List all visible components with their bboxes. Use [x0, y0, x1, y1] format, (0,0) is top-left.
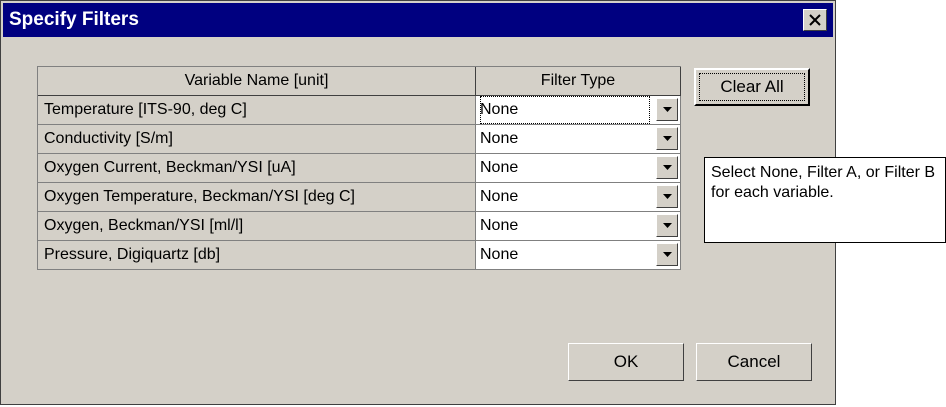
- grid-row: Pressure, Digiquartz [db] None: [38, 241, 681, 270]
- chevron-down-icon: [663, 194, 672, 199]
- grid-row: Oxygen Current, Beckman/YSI [uA] None: [38, 154, 681, 183]
- chevron-down-icon: [663, 223, 672, 228]
- chevron-down-icon: [663, 107, 672, 112]
- dialog-title: Specify Filters: [9, 9, 139, 30]
- filter-type-select[interactable]: None: [476, 212, 681, 241]
- column-header-variable: Variable Name [unit]: [38, 67, 476, 96]
- filter-type-value: None: [480, 159, 519, 176]
- ok-button[interactable]: OK: [568, 343, 684, 381]
- variable-name-cell: Pressure, Digiquartz [db]: [38, 241, 476, 270]
- help-callout: Select None, Filter A, or Filter B for e…: [704, 157, 946, 243]
- filter-type-select[interactable]: None: [476, 241, 681, 270]
- filter-type-select[interactable]: None: [476, 183, 681, 212]
- variable-name-cell: Oxygen Temperature, Beckman/YSI [deg C]: [38, 183, 476, 212]
- dropdown-button[interactable]: [656, 98, 678, 121]
- grid-row: Conductivity [S/m] None: [38, 125, 681, 154]
- cancel-button[interactable]: Cancel: [696, 343, 812, 381]
- filter-type-value: None: [480, 188, 519, 205]
- variable-name-cell: Conductivity [S/m]: [38, 125, 476, 154]
- clear-all-label: Clear All: [699, 73, 805, 101]
- dropdown-button[interactable]: [656, 156, 678, 179]
- grid-row: Oxygen, Beckman/YSI [ml/l] None: [38, 212, 681, 241]
- filter-type-value: None: [480, 96, 650, 124]
- variable-name-cell: Oxygen, Beckman/YSI [ml/l]: [38, 212, 476, 241]
- chevron-down-icon: [663, 165, 672, 170]
- filter-type-select[interactable]: None: [476, 154, 681, 183]
- dropdown-button[interactable]: [656, 214, 678, 237]
- dropdown-button[interactable]: [656, 185, 678, 208]
- chevron-down-icon: [663, 136, 672, 141]
- variable-name-cell: Oxygen Current, Beckman/YSI [uA]: [38, 154, 476, 183]
- grid-header-row: Variable Name [unit] Filter Type: [38, 67, 681, 96]
- title-bar: Specify Filters: [3, 3, 833, 37]
- filter-type-value: None: [480, 130, 519, 147]
- dropdown-button[interactable]: [656, 127, 678, 150]
- filter-grid: Variable Name [unit] Filter Type Tempera…: [37, 66, 681, 270]
- filter-type-value: None: [480, 246, 519, 263]
- close-button[interactable]: [803, 9, 827, 31]
- filter-type-select[interactable]: None: [476, 125, 681, 154]
- grid-row: Oxygen Temperature, Beckman/YSI [deg C] N…: [38, 183, 681, 212]
- dropdown-button[interactable]: [656, 243, 678, 266]
- column-header-filter-type: Filter Type: [476, 67, 681, 96]
- filter-type-select[interactable]: None: [476, 96, 681, 125]
- close-icon: [809, 14, 821, 26]
- variable-name-cell: Temperature [ITS-90, deg C]: [38, 96, 476, 125]
- clear-all-button[interactable]: Clear All: [694, 68, 810, 106]
- chevron-down-icon: [663, 252, 672, 257]
- cancel-label: Cancel: [727, 352, 781, 371]
- filter-type-value: None: [480, 217, 519, 234]
- grid-row: Temperature [ITS-90, deg C] None: [38, 96, 681, 125]
- ok-label: OK: [613, 352, 639, 371]
